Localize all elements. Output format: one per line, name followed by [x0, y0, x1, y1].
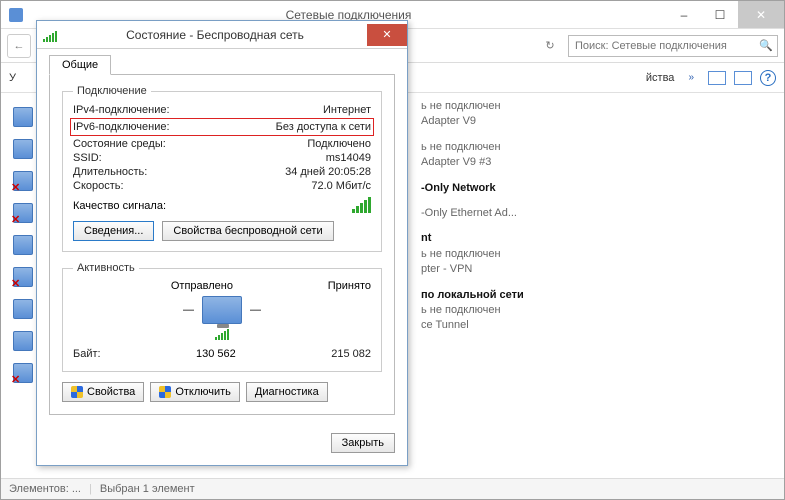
recv-label: Принято [328, 280, 371, 292]
nav-back-button[interactable]: ← [7, 34, 31, 58]
organize-menu[interactable]: У [9, 72, 16, 84]
window-icon [1, 8, 31, 22]
bytes-sent-value: 130 562 [101, 348, 332, 360]
list-item[interactable]: nt ь не подключен pter - VPN [421, 231, 524, 277]
row-ipv6: IPv6-подключение: Без доступа к сети [73, 120, 371, 134]
group-activity: Активность . Отправлено Принято — — [62, 262, 382, 372]
status-bar: Элементов: ... | Выбран 1 элемент [1, 478, 784, 499]
system-buttons: – ☐ ✕ [666, 1, 784, 28]
refresh-button[interactable]: ↻ [538, 34, 562, 58]
search-icon: 🔍 [759, 39, 773, 52]
minimize-button[interactable]: – [666, 1, 702, 28]
monitor-icon [202, 296, 242, 324]
overflow-chevron[interactable]: » [688, 72, 694, 83]
search-box[interactable]: 🔍 [568, 35, 778, 57]
adapter-icon-disabled[interactable] [13, 171, 33, 191]
shield-icon [159, 386, 171, 398]
activity-signal-icon [215, 326, 229, 340]
dash-left: — [183, 304, 194, 316]
adapter-icon-disabled[interactable] [13, 363, 33, 383]
adapter-list-right: ь не подключен Adapter V9 ь не подключен… [421, 99, 524, 344]
shield-icon [71, 386, 83, 398]
list-item[interactable]: -Only Ethernet Ad... [421, 206, 524, 221]
list-item[interactable]: ь не подключен Adapter V9 #3 [421, 140, 524, 171]
adapter-icon[interactable] [13, 235, 33, 255]
wifi-status-dialog: Состояние - Беспроводная сеть ✕ Общие По… [36, 20, 408, 466]
wifi-signal-icon [43, 28, 57, 42]
dash-right: — [250, 304, 261, 316]
ipv6-highlight: IPv6-подключение: Без доступа к сети [70, 118, 374, 136]
sent-label: Отправлено [171, 280, 233, 292]
dialog-titlebar: Состояние - Беспроводная сеть ✕ [37, 21, 407, 49]
tab-panel-general: Подключение IPv4-подключение: Интернет I… [49, 74, 395, 415]
row-bytes: Байт: 130 562 215 082 [73, 347, 371, 361]
properties-button[interactable]: Свойства [62, 382, 144, 402]
row-signal-quality: Качество сигнала: [73, 199, 371, 213]
row-ipv4: IPv4-подключение: Интернет [73, 103, 371, 117]
group-connection-label: Подключение [73, 85, 151, 97]
adapter-icon[interactable] [13, 299, 33, 319]
search-input[interactable] [573, 39, 759, 53]
wifi-properties-button[interactable]: Свойства беспроводной сети [162, 221, 333, 241]
adapter-icon-disabled[interactable] [13, 267, 33, 287]
row-ssid: SSID: ms14049 [73, 151, 371, 165]
adapter-icon[interactable] [13, 139, 33, 159]
help-icon[interactable]: ? [760, 70, 776, 86]
signal-quality-icon [352, 199, 371, 213]
diagnose-button[interactable]: Диагностика [246, 382, 328, 402]
disable-button[interactable]: Отключить [150, 382, 240, 402]
tab-general[interactable]: Общие [49, 55, 111, 75]
details-button[interactable]: Сведения... [73, 221, 154, 241]
list-item[interactable]: ь не подключен Adapter V9 [421, 99, 524, 130]
statusbar-count: Элементов: ... [9, 483, 81, 495]
dialog-close-button[interactable]: ✕ [367, 24, 407, 46]
dialog-title: Состояние - Беспроводная сеть [63, 28, 367, 42]
view-icon-1[interactable] [708, 71, 726, 85]
group-connection: Подключение IPv4-подключение: Интернет I… [62, 85, 382, 252]
bytes-recv-value: 215 082 [331, 348, 371, 360]
view-icon-2[interactable] [734, 71, 752, 85]
menu-item-truncated[interactable]: йства [646, 72, 675, 84]
row-speed: Скорость: 72.0 Мбит/с [73, 179, 371, 193]
adapter-icon[interactable] [13, 331, 33, 351]
activity-graphic: — — [73, 296, 371, 324]
adapter-icon[interactable] [13, 107, 33, 127]
row-media-state: Состояние среды: Подключено [73, 137, 371, 151]
statusbar-selection: Выбран 1 элемент [100, 483, 195, 495]
list-item[interactable]: -Only Network [421, 181, 524, 196]
list-item[interactable]: по локальной сети ь не подключен ce Tunn… [421, 288, 524, 334]
row-duration: Длительность: 34 дней 20:05:28 [73, 165, 371, 179]
close-dialog-button[interactable]: Закрыть [331, 433, 395, 453]
maximize-button[interactable]: ☐ [702, 1, 738, 28]
group-activity-label: Активность [73, 262, 139, 274]
adapter-icon-disabled[interactable] [13, 203, 33, 223]
close-button[interactable]: ✕ [738, 1, 784, 28]
